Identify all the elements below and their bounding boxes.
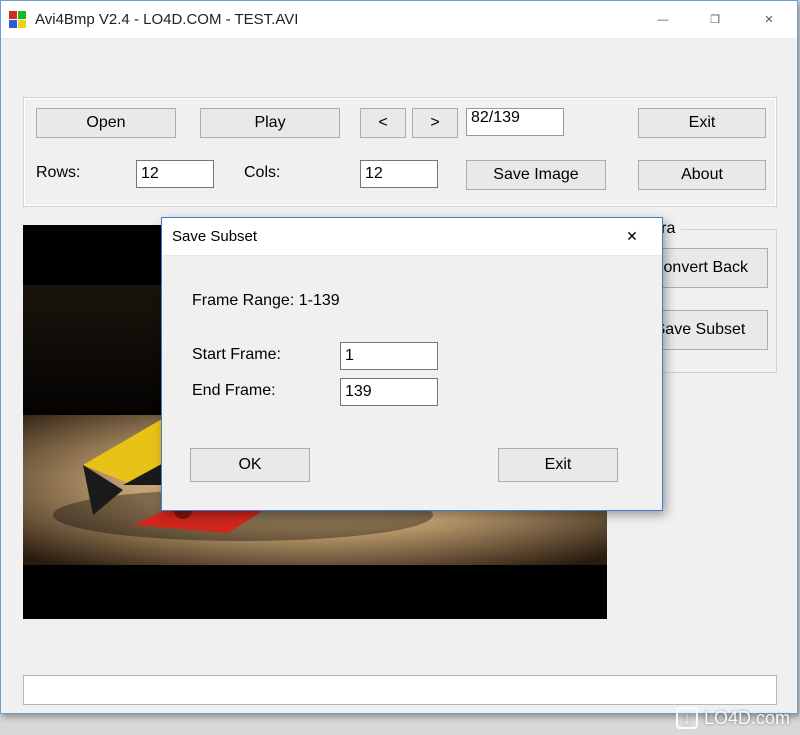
watermark-text: LO4D.com xyxy=(704,708,790,729)
status-bar xyxy=(23,675,777,705)
open-button[interactable]: Open xyxy=(36,108,176,138)
watermark: ↓ LO4D.com xyxy=(676,707,790,729)
toolbar-panel: Open Play < > 82/139 Exit Rows: Cols: Sa… xyxy=(23,97,777,207)
close-button[interactable]: ✕ xyxy=(741,1,797,38)
dialog-titlebar: Save Subset ✕ xyxy=(162,218,662,256)
rows-label: Rows: xyxy=(36,164,80,182)
window-controls: — ❐ ✕ xyxy=(637,1,797,38)
frame-counter: 82/139 xyxy=(466,108,564,136)
cols-label: Cols: xyxy=(244,164,280,182)
start-frame-input[interactable] xyxy=(340,342,438,370)
prev-frame-button[interactable]: < xyxy=(360,108,406,138)
exit-button[interactable]: Exit xyxy=(638,108,766,138)
maximize-button[interactable]: ❐ xyxy=(689,1,741,38)
rows-input[interactable] xyxy=(136,160,214,188)
frame-range-label: Frame Range: 1-139 xyxy=(192,292,340,310)
about-button[interactable]: About xyxy=(638,160,766,190)
cols-input[interactable] xyxy=(360,160,438,188)
minimize-button[interactable]: — xyxy=(637,1,689,38)
dialog-exit-button[interactable]: Exit xyxy=(498,448,618,482)
dialog-title: Save Subset xyxy=(172,228,612,245)
titlebar: Avi4Bmp V2.4 - LO4D.COM - TEST.AVI — ❐ ✕ xyxy=(1,1,797,39)
play-button[interactable]: Play xyxy=(200,108,340,138)
download-icon: ↓ xyxy=(676,707,698,729)
app-icon xyxy=(9,11,27,29)
dialog-close-button[interactable]: ✕ xyxy=(612,228,652,245)
end-frame-label: End Frame: xyxy=(192,382,276,400)
next-frame-button[interactable]: > xyxy=(412,108,458,138)
ok-button[interactable]: OK xyxy=(190,448,310,482)
start-frame-label: Start Frame: xyxy=(192,346,281,364)
end-frame-input[interactable] xyxy=(340,378,438,406)
save-image-button[interactable]: Save Image xyxy=(466,160,606,190)
save-subset-dialog: Save Subset ✕ Frame Range: 1-139 Start F… xyxy=(161,217,663,511)
window-title: Avi4Bmp V2.4 - LO4D.COM - TEST.AVI xyxy=(35,11,637,28)
main-window: Avi4Bmp V2.4 - LO4D.COM - TEST.AVI — ❐ ✕… xyxy=(0,0,798,714)
